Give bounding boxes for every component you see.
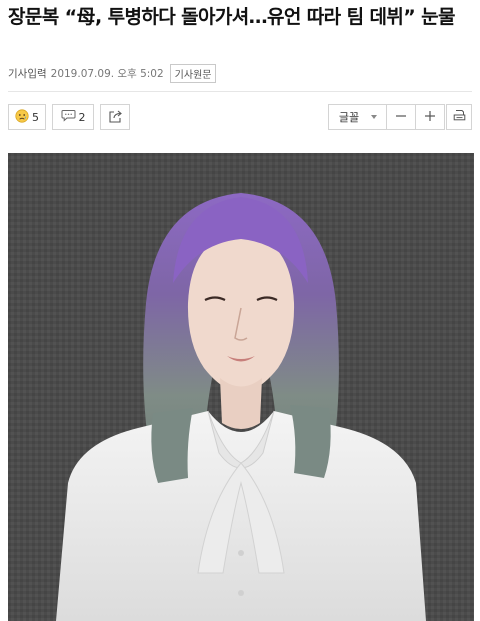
comment-count: 2: [78, 110, 86, 124]
caret-down-icon: [371, 115, 378, 119]
article-meta: 기사입력 2019.07.09. 오후 5:02 기사원문: [8, 64, 217, 83]
plus-icon: [424, 110, 436, 125]
reaction-button[interactable]: 5: [8, 104, 46, 130]
font-increase-button[interactable]: [415, 104, 445, 130]
original-article-button[interactable]: 기사원문: [169, 64, 217, 83]
share-button[interactable]: [100, 104, 130, 130]
font-select[interactable]: 글꼴: [329, 104, 387, 130]
font-label: 글꼴: [338, 111, 360, 124]
photo-artwork: [8, 153, 474, 621]
meta-label: 기사입력: [8, 68, 47, 80]
article-photo: [8, 153, 474, 621]
print-button[interactable]: [446, 104, 472, 130]
comment-bubble-icon: [61, 109, 76, 125]
font-decrease-button[interactable]: [386, 104, 416, 130]
publish-date: 2019.07.09. 오후 5:02: [50, 68, 164, 80]
sad-face-icon: [15, 108, 29, 126]
article-headline: 장문복 “母, 투병하다 돌아가셔…유언 따라 팀 데뷔” 눈물: [8, 6, 456, 28]
article-toolbar: 5 2 글꼴: [8, 104, 472, 130]
share-icon: [108, 109, 123, 126]
comment-button[interactable]: 2: [52, 104, 94, 130]
reaction-count: 5: [32, 110, 39, 124]
print-icon: [453, 109, 466, 125]
minus-icon: [395, 110, 407, 125]
divider: [8, 91, 472, 92]
